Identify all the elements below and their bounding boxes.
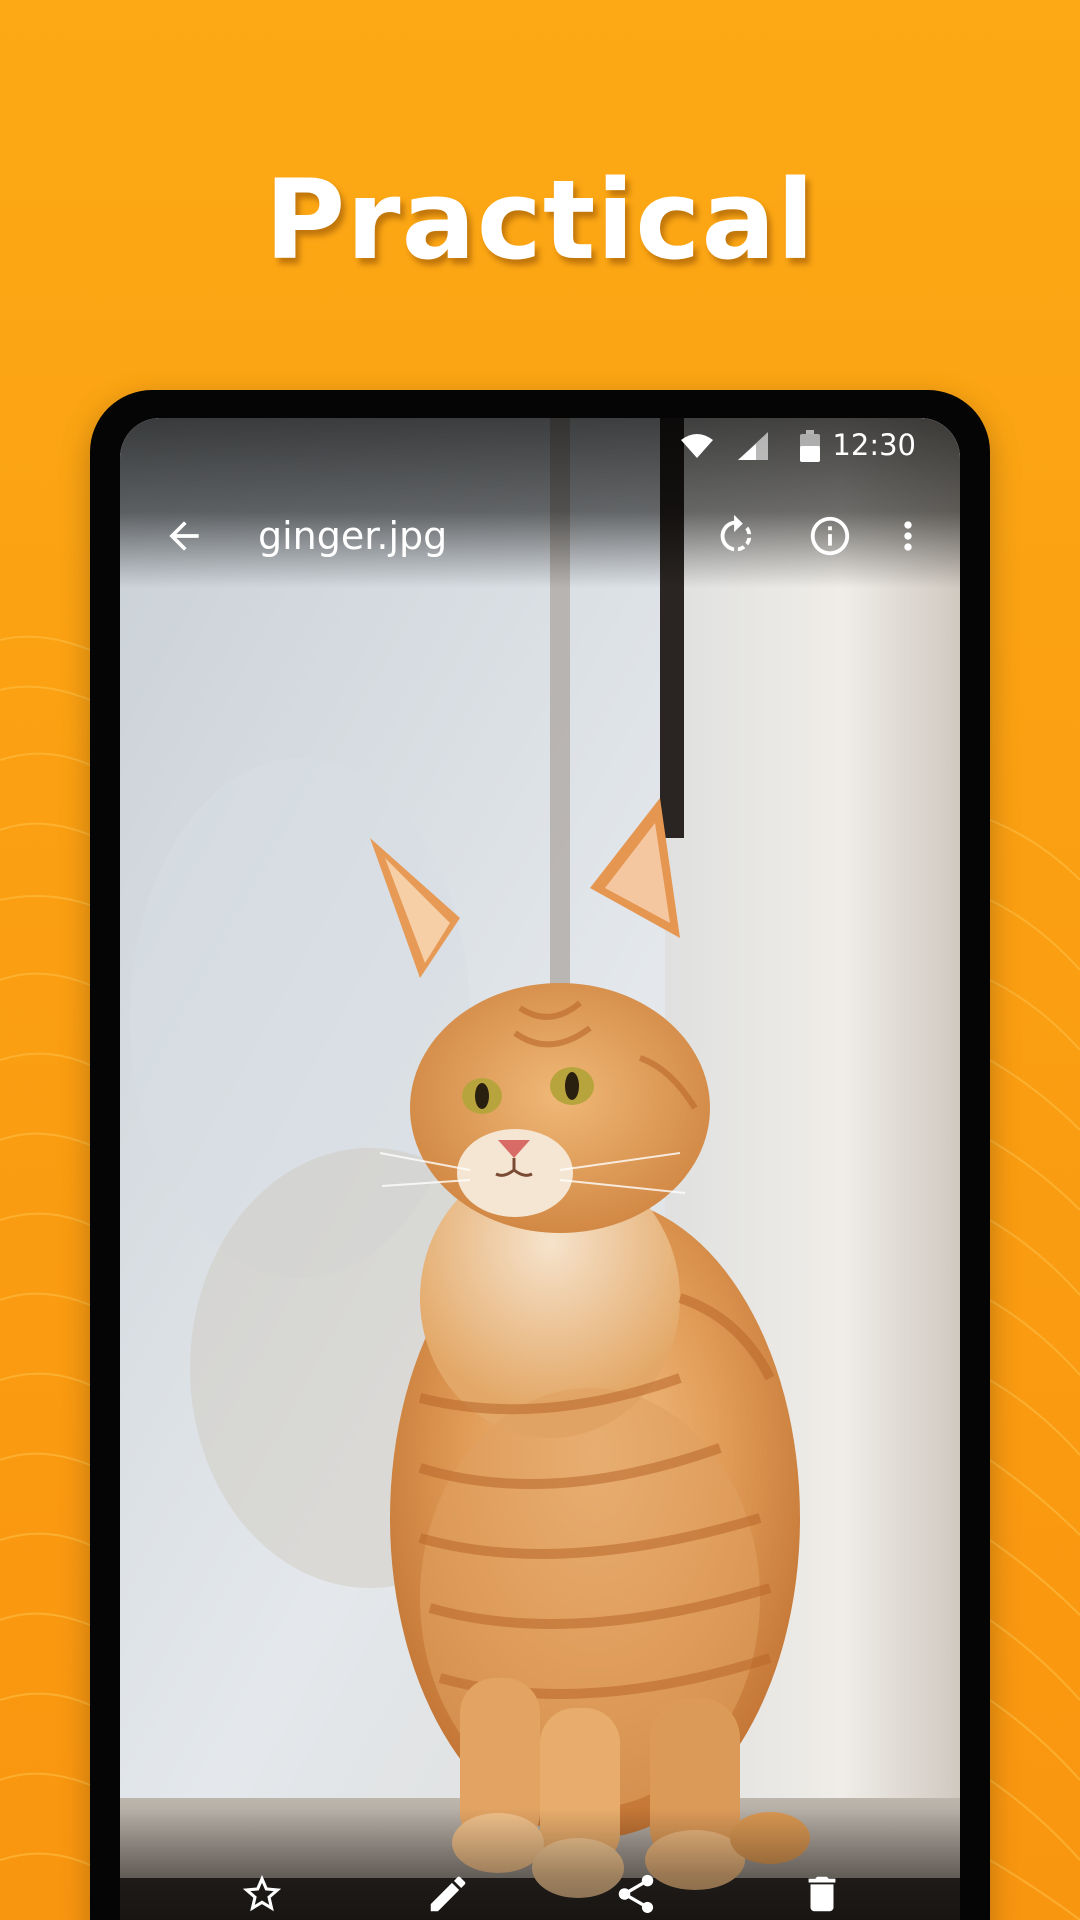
pencil-icon <box>430 1876 466 1912</box>
back-button[interactable] <box>158 510 210 562</box>
rotate-icon <box>720 514 752 552</box>
bottom-actions-bar <box>120 1838 960 1920</box>
app-toolbar: ginger.jpg <box>120 480 960 592</box>
info-button[interactable] <box>804 510 856 562</box>
phone-screen: 12:30 ginger.jpg <box>120 418 960 1920</box>
edit-button[interactable] <box>418 1864 478 1920</box>
rotate-button[interactable] <box>710 510 762 562</box>
star-outline-icon <box>242 1874 282 1912</box>
battery-icon <box>800 430 820 462</box>
wifi-icon <box>681 434 713 458</box>
share-button[interactable] <box>606 1864 666 1920</box>
more-vert-icon <box>904 521 912 551</box>
delete-button[interactable] <box>792 1864 852 1920</box>
trash-icon <box>808 1876 836 1912</box>
file-name-title: ginger.jpg <box>258 514 448 558</box>
status-bar: 12:30 <box>120 418 960 474</box>
photo-image[interactable] <box>120 418 960 1920</box>
back-arrow-icon <box>169 521 199 551</box>
status-time: 12:30 <box>832 428 916 462</box>
share-icon <box>618 1874 654 1914</box>
cell-signal-icon <box>738 432 768 460</box>
favorite-button[interactable] <box>232 1864 292 1920</box>
more-options-button[interactable] <box>882 510 934 562</box>
headline-title: Practical <box>264 156 816 284</box>
info-icon <box>810 516 850 556</box>
